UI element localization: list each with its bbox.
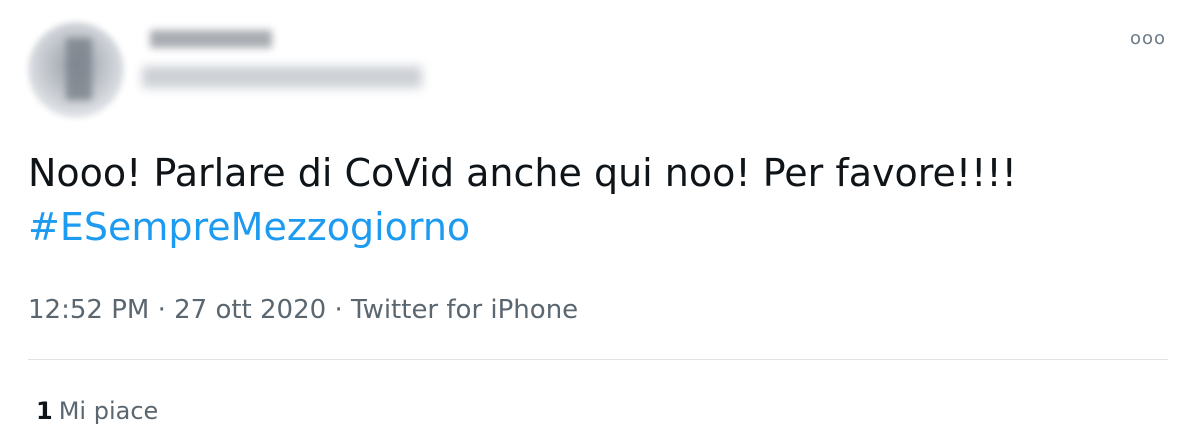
hashtag-link[interactable]: #ESempreMezzogiorno <box>28 200 1168 254</box>
tweet-text: Nooo! Parlare di CoVid anche qui noo! Pe… <box>28 146 1168 254</box>
divider <box>28 359 1168 360</box>
tweet-card: ooo Nooo! Parlare di CoVid anche qui noo… <box>0 0 1200 438</box>
meta-separator: · <box>334 295 343 325</box>
author-handle-blurred <box>142 66 422 88</box>
tweet-time[interactable]: 12:52 PM <box>28 295 149 325</box>
tweet-source[interactable]: Twitter for iPhone <box>351 295 578 325</box>
tweet-date[interactable]: 27 ott 2020 <box>174 295 326 325</box>
avatar-blur-mark <box>66 38 92 100</box>
avatar[interactable] <box>28 22 124 118</box>
tweet-body-text: Nooo! Parlare di CoVid anche qui noo! Pe… <box>28 151 1017 195</box>
author-name-blurred <box>150 30 272 48</box>
tweet-metadata: 12:52 PM · 27 ott 2020 · Twitter for iPh… <box>28 292 578 328</box>
likes-link[interactable]: 1 Mi piace <box>36 394 158 428</box>
meta-separator: · <box>157 295 166 325</box>
author-info-blurred[interactable] <box>142 30 432 96</box>
more-options-icon[interactable]: ooo <box>1128 26 1168 50</box>
likes-label: Mi piace <box>58 397 159 425</box>
likes-count: 1 <box>36 397 53 425</box>
